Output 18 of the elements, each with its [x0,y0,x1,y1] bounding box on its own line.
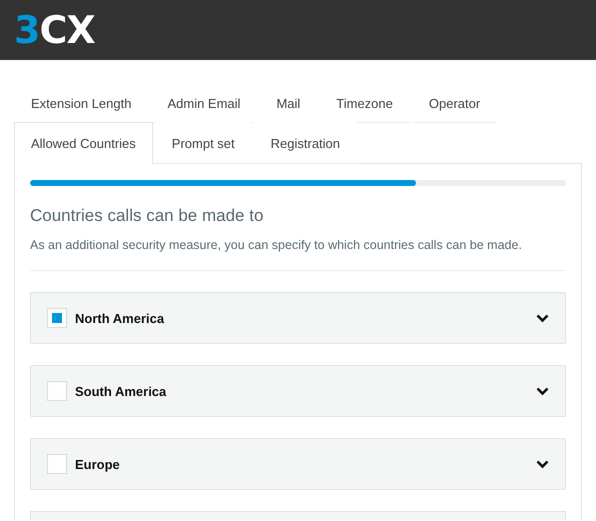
section-title: Countries calls can be made to [30,206,264,226]
checkbox[interactable] [47,308,67,328]
chevron-icon[interactable] [536,460,549,468]
checkbox[interactable] [47,454,67,474]
section-description: As an additional security measure, you can specify to which countries calls can be made. [30,238,566,271]
region-name: South America [75,384,168,398]
tab[interactable]: Prompt set [154,122,252,164]
logo: 3CX [14,11,95,49]
tab[interactable]: Registration [254,122,358,164]
region-card[interactable]: South America [30,365,566,417]
region-card[interactable]: North America [30,292,566,344]
region-name: Europe [75,456,121,472]
chevron-icon[interactable] [536,314,549,322]
checkbox[interactable] [47,381,67,401]
tab[interactable]: Allowed Countries [14,122,153,164]
chevron-icon[interactable] [536,386,549,396]
region-card[interactable]: Europe [30,438,566,490]
region-name: North America [75,310,166,326]
